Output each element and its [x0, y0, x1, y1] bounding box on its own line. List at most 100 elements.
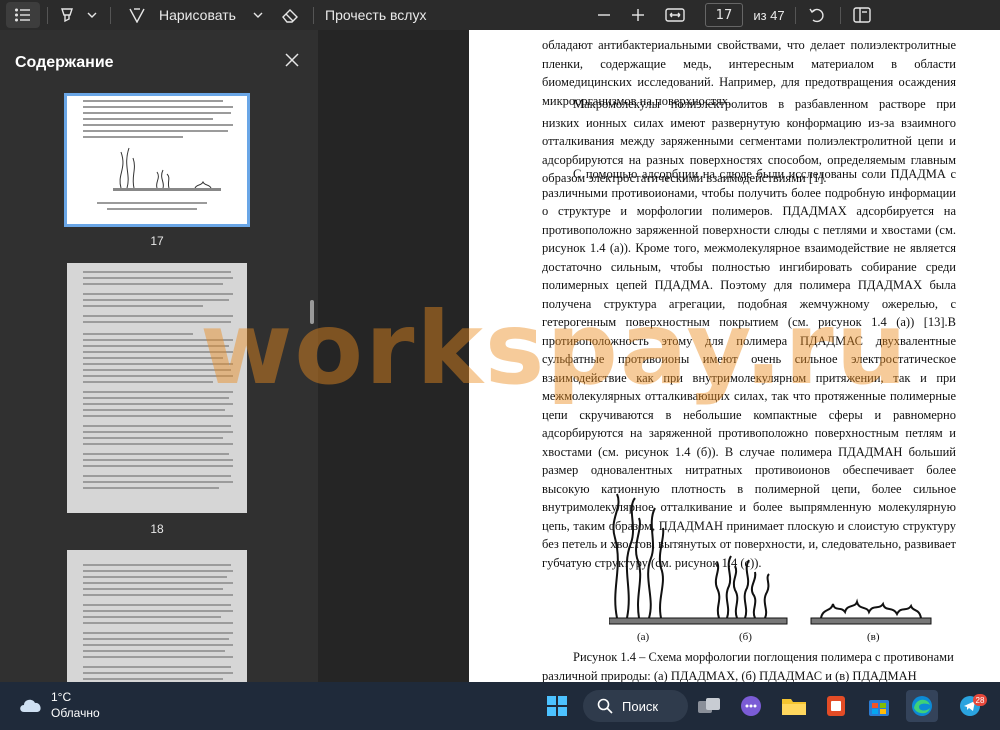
- thumb-caption-line: [97, 202, 207, 204]
- watermark: workspay.ru: [200, 290, 909, 407]
- thumb-text-line: [83, 644, 233, 646]
- rotate-icon: [809, 8, 824, 23]
- task-view-icon: [698, 698, 720, 713]
- page-number-input[interactable]: 17: [705, 3, 743, 27]
- taskbar-search[interactable]: Поиск: [583, 690, 688, 722]
- draw-label: Нарисовать: [159, 7, 236, 23]
- thumb-text-line: [83, 443, 233, 445]
- list-icon: [15, 8, 30, 22]
- thumb-text-line: [83, 610, 233, 612]
- thumb-text-line: [83, 333, 193, 335]
- page-thumbnail-19[interactable]: [67, 550, 247, 682]
- plus-icon: [632, 9, 644, 21]
- contents-title: Содержание: [15, 54, 114, 71]
- thumb-text-line: [83, 678, 223, 680]
- thumb-text-line: [83, 582, 233, 584]
- thumb-text-line: [83, 277, 233, 279]
- draw-button[interactable]: Нарисовать: [128, 0, 260, 30]
- search-label: Поиск: [622, 698, 659, 714]
- thumb-text-line: [83, 437, 223, 439]
- thumb-figure: [113, 147, 221, 191]
- thumb-text-line: [83, 106, 233, 108]
- thumb-text-line: [83, 638, 229, 640]
- page-thumbnail-17[interactable]: [64, 93, 250, 227]
- thumb-text-line: [83, 130, 228, 132]
- store-icon: [869, 700, 889, 716]
- highlight-button[interactable]: [56, 0, 78, 30]
- page-view-icon: [853, 7, 871, 23]
- pen-icon: [129, 8, 145, 23]
- zoom-in-button[interactable]: [628, 0, 648, 30]
- close-panel-button[interactable]: [282, 50, 302, 70]
- task-view-button[interactable]: [693, 690, 725, 722]
- cloud-icon[interactable]: [18, 696, 44, 714]
- page-view-button[interactable]: [850, 0, 874, 30]
- rotate-button[interactable]: [805, 0, 829, 30]
- thumb-text-line: [83, 283, 223, 285]
- eraser-button[interactable]: [278, 0, 302, 30]
- figure-label-c: (в): [867, 631, 880, 643]
- file-explorer-button[interactable]: [778, 690, 810, 722]
- thumb-text-line: [83, 112, 231, 114]
- chat-icon: [741, 696, 761, 716]
- thumb-text-line: [83, 431, 233, 433]
- edge-browser-button[interactable]: [906, 690, 938, 722]
- thumb-text-line: [83, 481, 233, 483]
- fit-width-button[interactable]: [663, 0, 687, 30]
- thumb-text-line: [83, 465, 233, 467]
- folder-icon: [782, 699, 806, 715]
- toolbar-divider: [110, 7, 111, 24]
- highlighter-icon: [61, 8, 73, 23]
- office-icon: [827, 696, 845, 716]
- thumb-text-line: [83, 487, 219, 489]
- search-icon: [597, 698, 613, 714]
- office-app-button[interactable]: [820, 690, 852, 722]
- thumb-text-line: [83, 650, 225, 652]
- figure-label-b: (б): [739, 631, 752, 643]
- thumbnail-page-number: 17: [150, 234, 164, 248]
- toolbar-divider: [840, 7, 841, 24]
- windows-logo-icon: [547, 696, 567, 716]
- read-aloud-button[interactable]: Прочесть вслух: [325, 0, 435, 30]
- weather-condition[interactable]: Облачно: [51, 706, 100, 720]
- highlight-dropdown[interactable]: [84, 0, 100, 30]
- thumb-text-line: [83, 415, 233, 417]
- thumb-text-line: [83, 425, 231, 427]
- thumb-text-line: [83, 564, 231, 566]
- thumb-text-line: [83, 381, 213, 383]
- thumb-text-line: [83, 622, 233, 624]
- thumb-text-line: [83, 453, 229, 455]
- read-aloud-label: Прочесть вслух: [325, 7, 427, 23]
- page-total: из 47: [752, 0, 786, 30]
- chat-app-button[interactable]: [735, 690, 767, 722]
- close-icon: [285, 53, 299, 67]
- zoom-out-button[interactable]: [594, 0, 614, 30]
- fit-width-icon: [665, 8, 685, 22]
- polymer-morphology-figure: (а) (б) (в): [609, 493, 932, 643]
- thumb-text-line: [83, 604, 231, 606]
- thumb-text-line: [83, 475, 231, 477]
- thumb-text-line: [83, 100, 223, 102]
- thumb-text-line: [83, 305, 203, 307]
- store-app-button[interactable]: [863, 690, 895, 722]
- edge-browser-icon: [912, 696, 932, 716]
- chevron-down-icon: [87, 12, 97, 18]
- start-button[interactable]: [541, 690, 573, 722]
- weather-temperature[interactable]: 1°C: [51, 690, 71, 704]
- draw-dropdown[interactable]: [250, 0, 266, 30]
- taskbar: 1°C Облачно Поиск: [0, 682, 1000, 730]
- thumb-text-line: [83, 588, 223, 590]
- thumb-text-line: [83, 576, 227, 578]
- thumb-text-line: [83, 124, 233, 126]
- toolbar-divider: [795, 7, 796, 24]
- page-number-value: 17: [715, 7, 733, 23]
- contents-button[interactable]: [6, 2, 40, 28]
- thumb-text-line: [83, 409, 225, 411]
- thumb-text-line: [83, 570, 233, 572]
- thumb-text-line: [83, 118, 213, 120]
- thumb-text-line: [83, 656, 233, 658]
- thumb-text-line: [83, 666, 231, 668]
- figure-caption: Рисунок 1.4 – Схема морфологии поглощени…: [542, 650, 954, 682]
- toolbar-divider: [47, 7, 48, 24]
- app-toolbar: Нарисовать Прочесть вслух 17 из 47: [0, 0, 1000, 30]
